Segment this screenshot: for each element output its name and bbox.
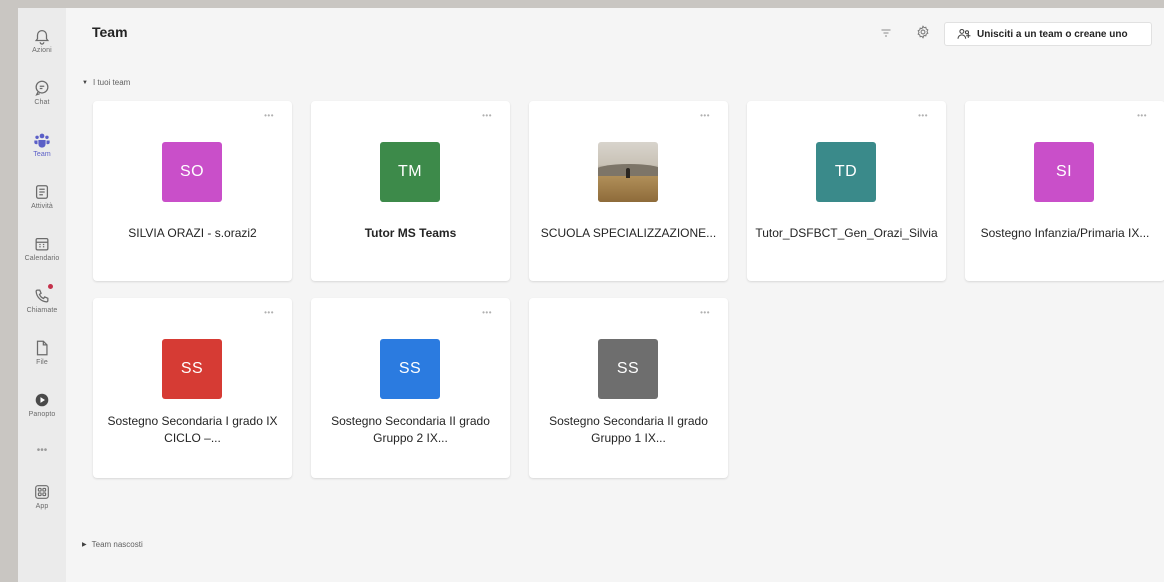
app-rail: Azioni Chat Team Attività Calendario Chi… [18, 8, 66, 582]
team-name: SCUOLA SPECIALIZZAZIONE... [540, 225, 717, 240]
page-title: Team [92, 24, 128, 40]
rail-item-app[interactable]: App [18, 470, 66, 522]
photo-person [626, 168, 630, 178]
notification-dot [48, 284, 53, 289]
rail-label: File [36, 358, 48, 366]
more-apps-button[interactable]: ••• [18, 430, 66, 470]
panopto-icon [35, 393, 49, 406]
rail-label: Team [33, 150, 51, 158]
file-icon [36, 340, 48, 355]
more-options-icon[interactable]: ••• [1137, 111, 1147, 120]
team-avatar: SO [162, 142, 222, 202]
team-card[interactable]: ••• SCUOLA SPECIALIZZAZIONE... [529, 101, 728, 281]
team-avatar: SS [380, 339, 440, 399]
more-options-icon[interactable]: ••• [264, 308, 274, 317]
caret-right-icon: ▶ [82, 542, 87, 548]
team-card[interactable]: ••• SS Sostegno Secondaria II grado Grup… [311, 298, 510, 478]
team-card[interactable]: ••• SO SILVIA ORAZI - s.orazi2 [93, 101, 292, 281]
rail-label: Chat [34, 98, 50, 106]
rail-item-calendario[interactable]: Calendario [18, 222, 66, 274]
more-icon: ••• [36, 444, 48, 456]
apps-icon [35, 484, 49, 499]
section-label: I tuoi team [92, 78, 131, 87]
team-name: Tutor MS Teams [364, 225, 457, 240]
more-options-icon[interactable]: ••• [482, 111, 492, 120]
team-avatar: TM [380, 142, 440, 202]
phone-icon [35, 289, 49, 302]
more-options-icon[interactable]: ••• [264, 111, 274, 120]
rail-item-panopto[interactable]: Panopto [18, 378, 66, 430]
rail-label: Azioni [32, 46, 52, 54]
rail-item-team[interactable]: Team [18, 118, 66, 170]
photo-field [598, 176, 658, 202]
more-options-icon[interactable]: ••• [918, 111, 928, 120]
join-button-label: Unisciti a un team o creane uno [977, 28, 1128, 40]
rail-item-azioni[interactable]: Azioni [18, 14, 66, 66]
rail-label: App [35, 502, 49, 510]
team-avatar: SS [598, 339, 658, 399]
team-name: Sostegno Infanzia/Primaria IX... [980, 225, 1150, 240]
rail-label: Panopto [28, 410, 56, 418]
your-teams-toggle[interactable]: ▼ I tuoi team [82, 78, 130, 87]
chat-icon [35, 80, 49, 96]
teams-icon [34, 133, 50, 148]
rail-item-attivita[interactable]: Attività [18, 170, 66, 222]
team-avatar: SS [162, 339, 222, 399]
rail-label: Chiamate [26, 306, 58, 314]
rail-item-chat[interactable]: Chat [18, 66, 66, 118]
people-add-icon [957, 28, 971, 39]
team-card[interactable]: ••• TD Tutor_DSFBCT_Gen_Orazi_Silvia [747, 101, 946, 281]
section-label: Team nascosti [91, 540, 143, 549]
more-options-icon[interactable]: ••• [700, 308, 710, 317]
bell-icon [34, 29, 50, 45]
team-name: Sostegno Secondaria I grado IX CICLO –..… [107, 414, 278, 445]
team-name: Sostegno Secondaria II grado Gruppo 2 IX… [331, 414, 490, 445]
caret-down-icon: ▼ [82, 79, 88, 86]
rail-item-chiamate[interactable]: Chiamate [18, 274, 66, 326]
rail-item-file[interactable]: File [18, 326, 66, 378]
main-content: Team Unisciti a un team o creane uno ▼ I… [66, 8, 1164, 582]
rail-label: Calendario [24, 254, 60, 262]
activity-icon [35, 184, 49, 199]
calendar-icon [35, 237, 49, 250]
more-options-icon[interactable]: ••• [700, 111, 710, 120]
team-avatar: SI [1034, 142, 1094, 202]
more-options-icon[interactable]: ••• [482, 308, 492, 317]
gear-icon[interactable] [916, 25, 930, 39]
team-photo-avatar [598, 142, 658, 202]
team-card[interactable]: ••• SS Sostegno Secondaria II grado Grup… [529, 298, 728, 478]
rail-label: Attività [31, 202, 53, 210]
team-card[interactable]: ••• SS Sostegno Secondaria I grado IX CI… [93, 298, 292, 478]
teams-window: Azioni Chat Team Attività Calendario Chi… [18, 8, 1164, 582]
team-card[interactable]: ••• TM Tutor MS Teams [311, 101, 510, 281]
team-name: Sostegno Secondaria II grado Gruppo 1 IX… [549, 414, 708, 445]
team-avatar: TD [816, 142, 876, 202]
hidden-teams-toggle[interactable]: ▶ Team nascosti [82, 540, 143, 549]
filter-icon[interactable] [880, 27, 892, 39]
team-name: Tutor_DSFBCT_Gen_Orazi_Silvia [755, 225, 938, 240]
team-card[interactable]: ••• SI Sostegno Infanzia/Primaria IX... [965, 101, 1164, 281]
team-name: SILVIA ORAZI - s.orazi2 [128, 225, 257, 240]
join-or-create-team-button[interactable]: Unisciti a un team o creane uno [944, 22, 1152, 46]
